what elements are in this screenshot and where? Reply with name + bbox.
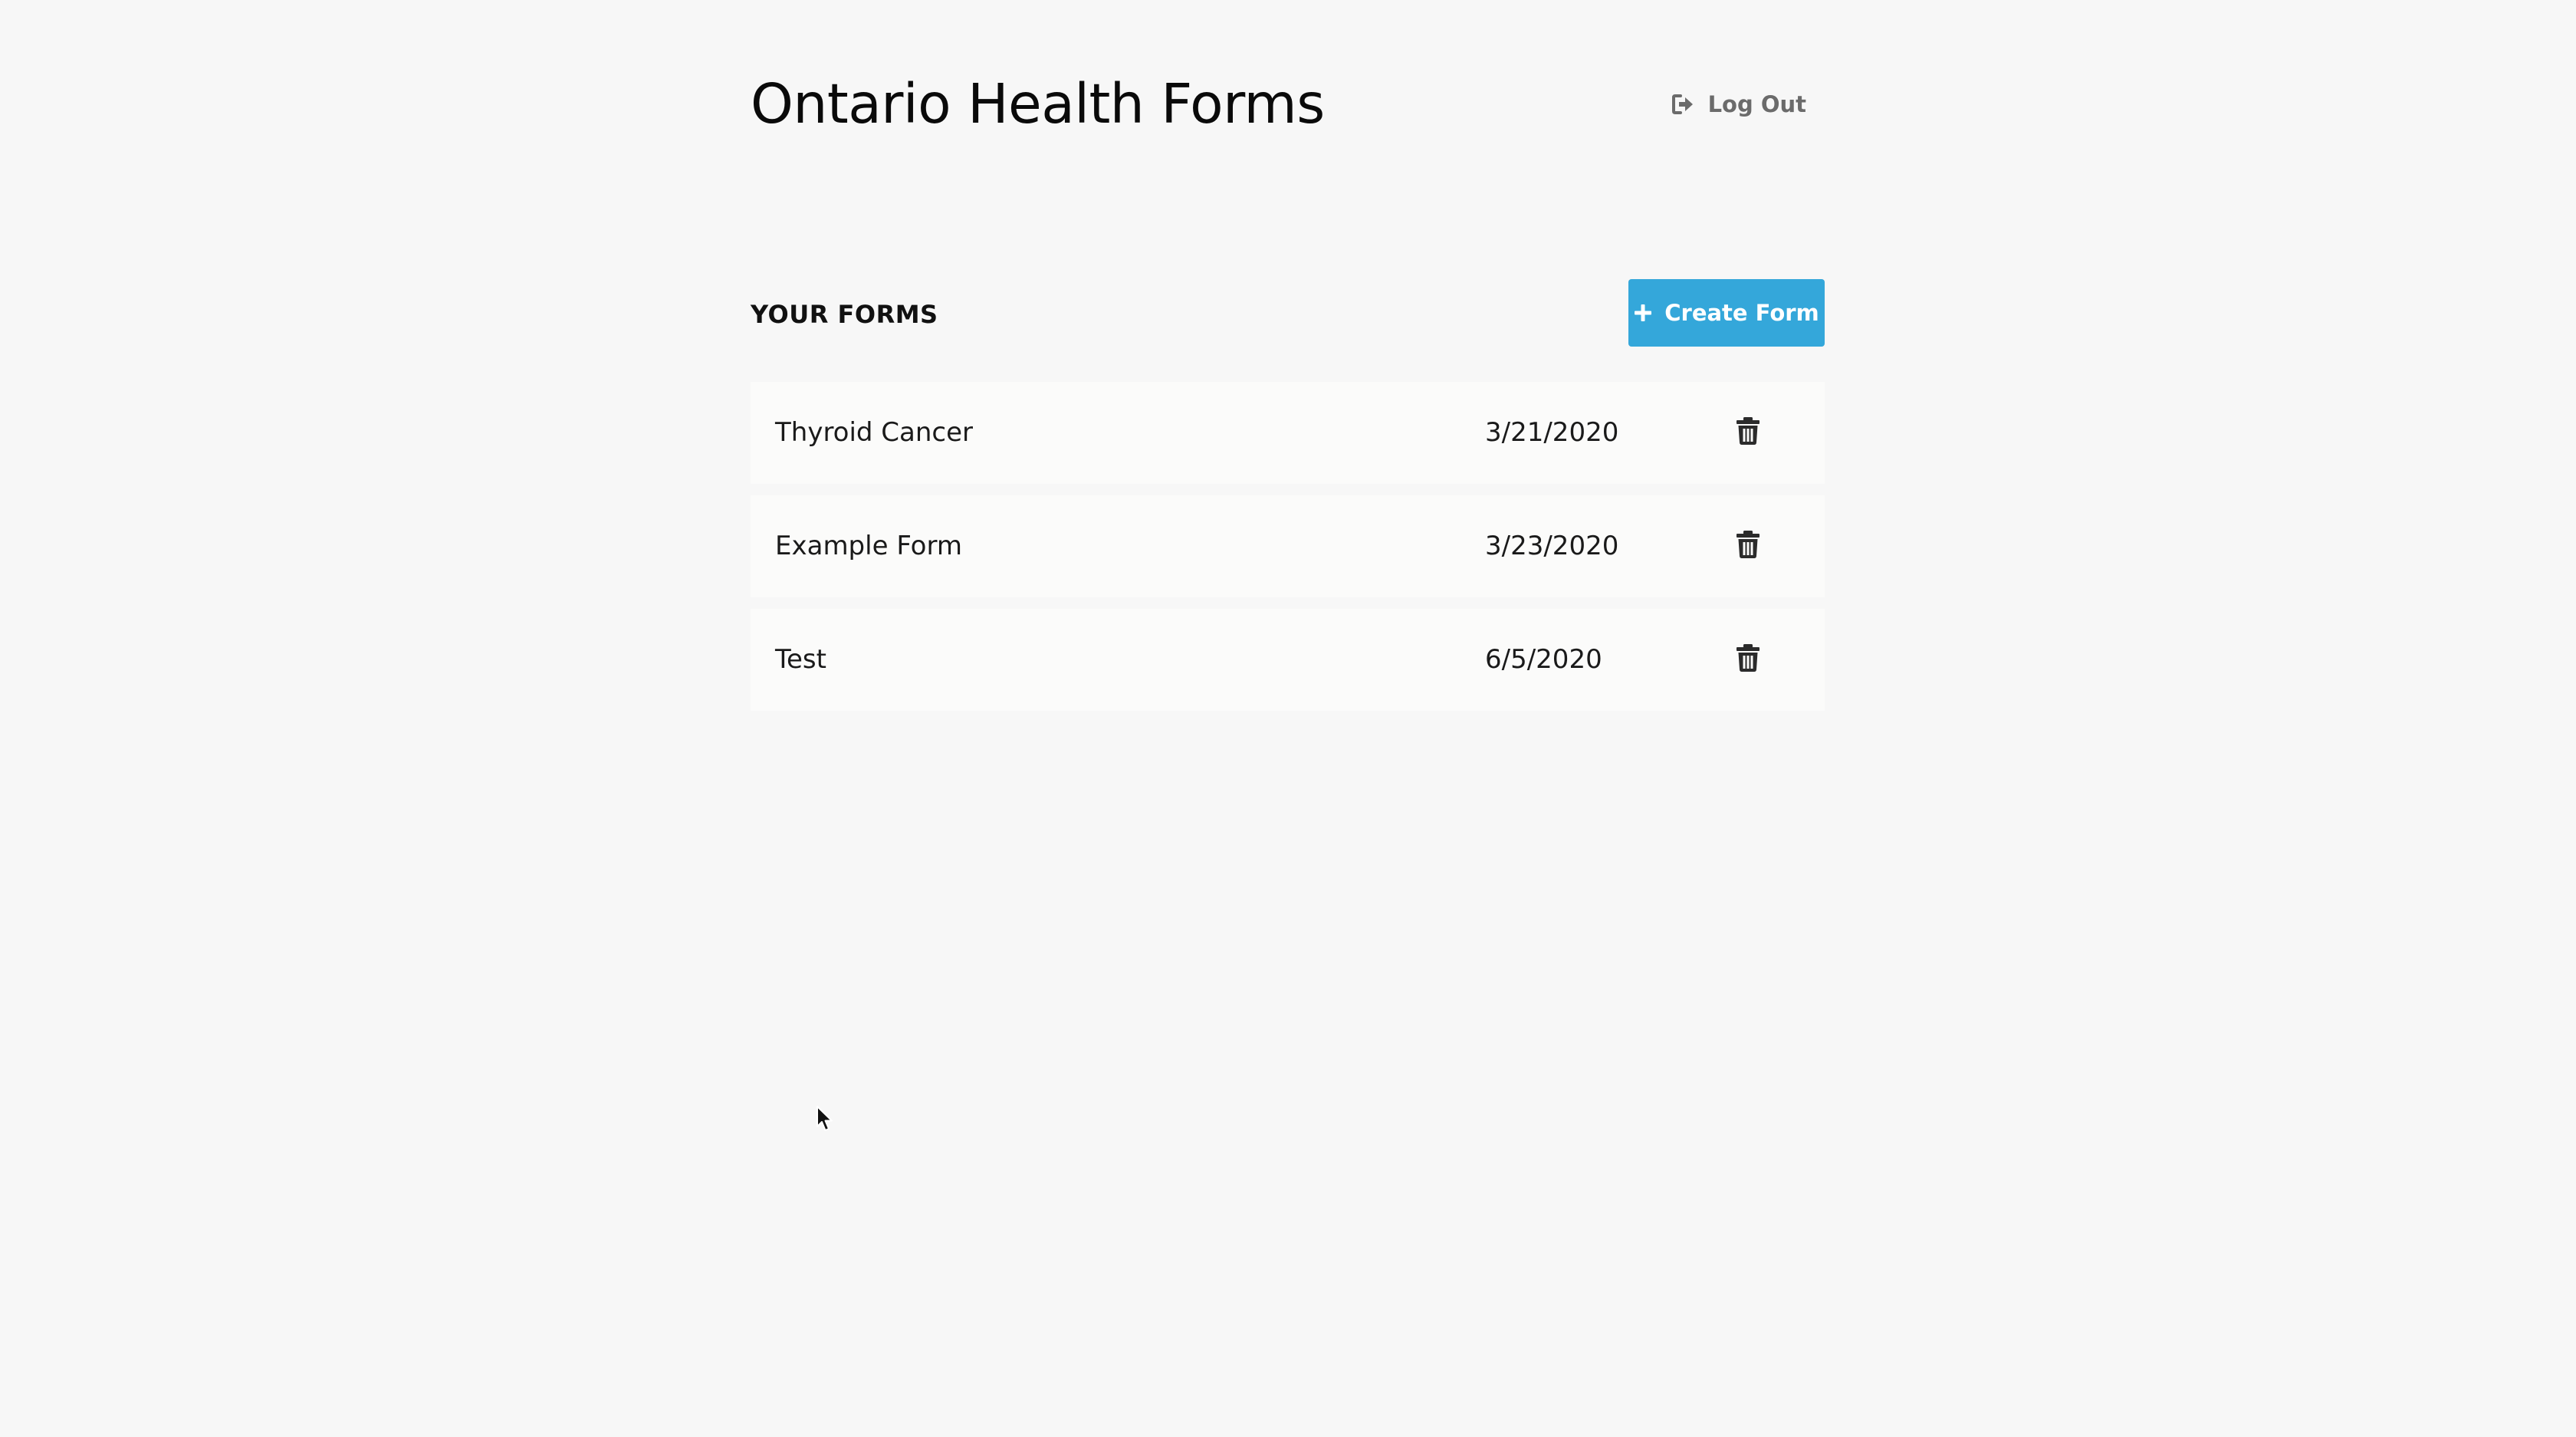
trash-icon bbox=[1737, 531, 1760, 561]
trash-icon bbox=[1737, 417, 1760, 448]
forms-list: Thyroid Cancer 3/21/2020 Example Form 3/ bbox=[751, 382, 1825, 722]
mouse-cursor-icon bbox=[816, 1106, 833, 1131]
form-row[interactable]: Test 6/5/2020 bbox=[751, 609, 1825, 711]
form-name: Test bbox=[775, 644, 826, 675]
delete-form-button[interactable] bbox=[1730, 414, 1766, 451]
plus-icon bbox=[1634, 304, 1652, 322]
logout-label: Log Out bbox=[1707, 91, 1806, 117]
form-date: 6/5/2020 bbox=[1485, 644, 1602, 675]
delete-form-button[interactable] bbox=[1730, 641, 1766, 678]
page-title: Ontario Health Forms bbox=[751, 72, 1325, 136]
section-title: YOUR FORMS bbox=[751, 300, 938, 329]
page-header: Ontario Health Forms Log Out bbox=[751, 0, 1825, 199]
form-row[interactable]: Thyroid Cancer 3/21/2020 bbox=[751, 382, 1825, 484]
trash-icon bbox=[1737, 644, 1760, 675]
page-container: Ontario Health Forms Log Out YOUR FORMS … bbox=[751, 0, 1825, 711]
form-row[interactable]: Example Form 3/23/2020 bbox=[751, 495, 1825, 597]
forms-section-header: YOUR FORMS Create Form bbox=[751, 279, 1825, 347]
create-form-button[interactable]: Create Form bbox=[1628, 279, 1825, 347]
logout-button[interactable]: Log Out bbox=[1671, 86, 1806, 123]
sign-out-icon bbox=[1671, 94, 1694, 115]
form-date: 3/21/2020 bbox=[1485, 417, 1619, 448]
form-name: Thyroid Cancer bbox=[775, 417, 974, 448]
form-name: Example Form bbox=[775, 531, 962, 561]
delete-form-button[interactable] bbox=[1730, 528, 1766, 564]
create-form-label: Create Form bbox=[1664, 300, 1819, 326]
form-date: 3/23/2020 bbox=[1485, 531, 1619, 561]
